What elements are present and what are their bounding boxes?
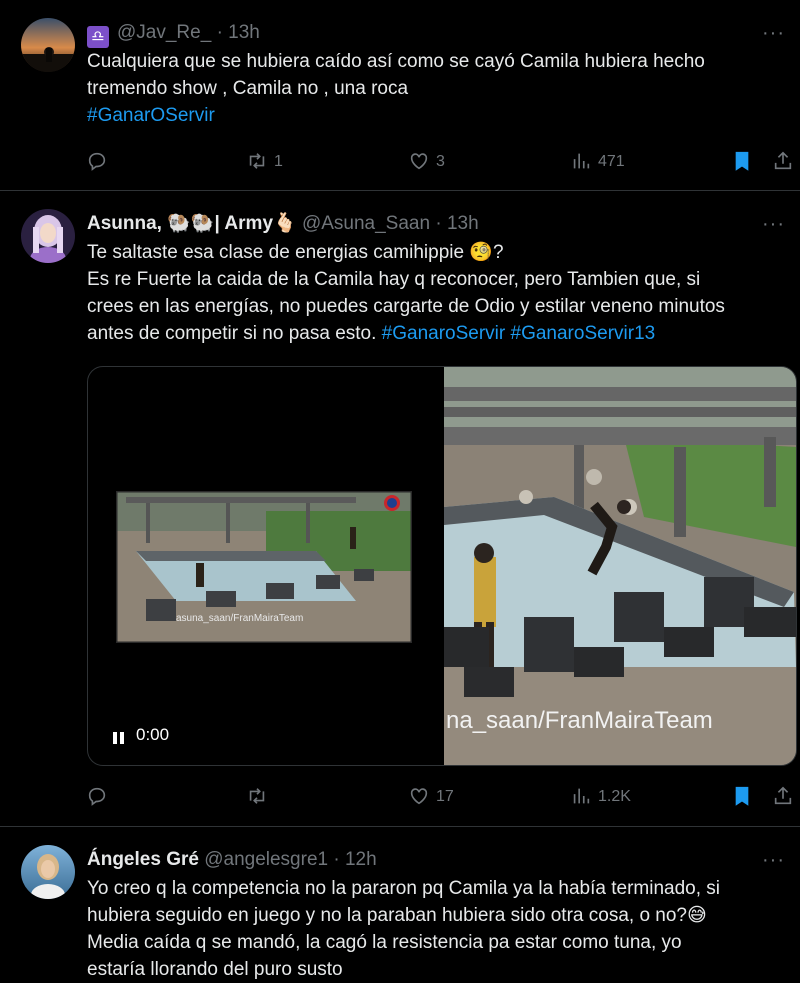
video-timestamp: 0:00: [136, 725, 170, 744]
hashtag-link[interactable]: #GanaroServir: [382, 323, 506, 344]
avatar[interactable]: [21, 209, 75, 263]
tweet-1[interactable]: ♎ @Jav_Re_ · 13h ··· Cualquiera que se hu…: [0, 0, 800, 190]
views-button[interactable]: 471: [570, 146, 625, 176]
more-options-icon[interactable]: ···: [762, 23, 786, 43]
tweet-text: Te saltaste esa clase de energias camihi…: [87, 239, 787, 347]
timestamp[interactable]: · 13h: [217, 22, 260, 43]
user-handle[interactable]: @angelesgre1: [204, 849, 328, 870]
tweet-3[interactable]: Ángeles Gré @angelesgre1 · 12h ··· Yo cr…: [0, 827, 800, 980]
display-name[interactable]: Asunna, 🐏🐏| Army🫰🏻: [87, 213, 297, 234]
share-icon: [774, 151, 792, 170]
tweet-header: ♎ @Jav_Re_ · 13h: [87, 19, 260, 48]
bookmark-button[interactable]: [731, 146, 753, 176]
views-icon: [573, 153, 590, 169]
user-handle[interactable]: @Jav_Re_: [117, 22, 211, 43]
video-watermark: asuna_saan/FranMairaTeam: [176, 613, 304, 624]
share-button[interactable]: [772, 146, 794, 176]
views-icon: [573, 788, 590, 804]
tweet-header: Ángeles Gré @angelesgre1 · 12h: [87, 846, 377, 873]
libra-badge-icon: ♎: [87, 26, 109, 48]
reply-icon: [88, 152, 106, 171]
reply-button[interactable]: [86, 781, 114, 811]
like-button[interactable]: 17: [408, 781, 454, 811]
tweet-header: Asunna, 🐏🐏| Army🫰🏻 @Asuna_Saan · 13h: [87, 210, 479, 237]
retweet-icon: [249, 153, 265, 169]
share-button[interactable]: [772, 781, 794, 811]
bookmark-icon: [735, 786, 749, 806]
views-count: 471: [598, 152, 625, 170]
hashtag-link[interactable]: #GanarOServir: [87, 105, 215, 126]
text-line: hubiera seguido en juego y no la paraban…: [87, 905, 707, 926]
timestamp[interactable]: · 13h: [435, 213, 478, 234]
text-line: Cualquiera que se hubiera caído así como…: [87, 51, 705, 72]
pause-icon: [113, 732, 124, 744]
bookmark-icon: [735, 151, 749, 171]
avatar[interactable]: [21, 18, 75, 72]
reply-icon: [88, 787, 106, 806]
pause-button[interactable]: [112, 727, 126, 744]
views-count: 1.2K: [598, 787, 631, 805]
text-line: crees en las energías, no puedes cargart…: [87, 296, 725, 317]
text-line: antes de competir si no pasa esto.: [87, 323, 377, 344]
tweet-text: Yo creo q la competencia no la pararon p…: [87, 875, 787, 983]
display-name[interactable]: Ángeles Gré: [87, 849, 199, 870]
retweet-count: 1: [274, 152, 283, 170]
text-line: Yo creo q la competencia no la pararon p…: [87, 878, 721, 899]
text-line: Te saltaste esa clase de energias camihi…: [87, 242, 504, 263]
retweet-icon: [249, 788, 265, 804]
reply-button[interactable]: [86, 146, 114, 176]
action-bar: 1 3 471: [86, 146, 798, 176]
hashtag-link[interactable]: #GanaroServir13: [511, 323, 656, 344]
video-main-frame: na_saan/FranMairaTeam: [444, 367, 796, 765]
text-line: estaría llorando del puro susto: [87, 959, 343, 980]
share-icon: [774, 786, 792, 805]
like-icon: [410, 153, 428, 170]
like-count: 17: [436, 787, 454, 805]
like-count: 3: [436, 152, 445, 170]
video-watermark: na_saan/FranMairaTeam: [446, 707, 713, 734]
retweet-button[interactable]: [246, 781, 274, 811]
views-button[interactable]: 1.2K: [570, 781, 631, 811]
action-bar: 17 1.2K: [86, 781, 798, 811]
text-line: Es re Fuerte la caida de la Camila hay q…: [87, 269, 701, 290]
tweet-text: Cualquiera que se hubiera caído así como…: [87, 48, 787, 129]
user-handle[interactable]: @Asuna_Saan: [302, 213, 430, 234]
like-icon: [410, 788, 428, 805]
timestamp[interactable]: · 12h: [333, 849, 376, 870]
video-player[interactable]: asuna_saan/FranMairaTeam na_saan/FranMai…: [87, 366, 797, 766]
retweet-button[interactable]: 1: [246, 146, 283, 176]
more-options-icon[interactable]: ···: [762, 214, 786, 234]
avatar[interactable]: [21, 845, 75, 899]
bookmark-button[interactable]: [731, 781, 753, 811]
like-button[interactable]: 3: [408, 146, 445, 176]
video-inset-frame: asuna_saan/FranMairaTeam: [116, 491, 412, 643]
more-options-icon[interactable]: ···: [762, 850, 786, 870]
text-line: tremendo show , Camila no , una roca: [87, 78, 409, 99]
text-line: Media caída q se mandó, la cagó la resis…: [87, 932, 682, 953]
